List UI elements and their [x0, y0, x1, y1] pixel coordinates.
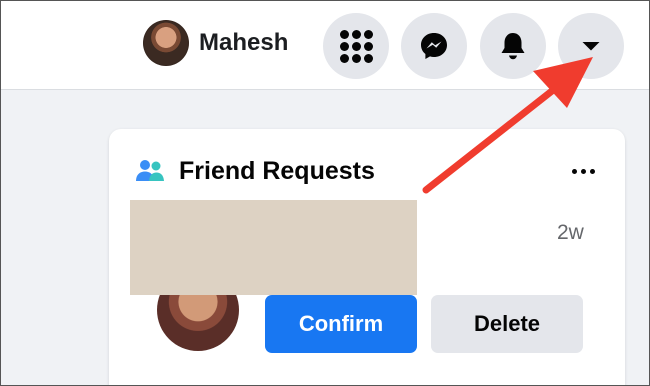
more-options-icon[interactable]: [572, 169, 595, 174]
redacted-area: [130, 200, 417, 295]
delete-button[interactable]: Delete: [431, 295, 583, 353]
friend-requests-card: Friend Requests 2w Confirm Delete: [109, 129, 625, 385]
user-name: Mahesh: [199, 29, 289, 56]
messenger-icon: [421, 33, 447, 59]
menu-button[interactable]: [323, 13, 389, 79]
notifications-button[interactable]: [480, 13, 546, 79]
caret-down-icon: [582, 42, 600, 51]
menu-grid-icon: [339, 29, 373, 63]
avatar: [143, 20, 189, 66]
bell-icon: [501, 33, 525, 60]
top-navigation-bar: Mahesh: [1, 1, 649, 90]
account-menu-button[interactable]: [558, 13, 624, 79]
request-timestamp: 2w: [557, 221, 584, 244]
confirm-button[interactable]: Confirm: [265, 295, 417, 353]
screenshot-frame: Mahesh Friend Requests 2w Confirm Delete: [0, 0, 650, 386]
profile-link[interactable]: Mahesh: [143, 19, 288, 67]
friends-icon: [136, 160, 164, 181]
card-title: Friend Requests: [179, 157, 375, 185]
messenger-button[interactable]: [401, 13, 467, 79]
